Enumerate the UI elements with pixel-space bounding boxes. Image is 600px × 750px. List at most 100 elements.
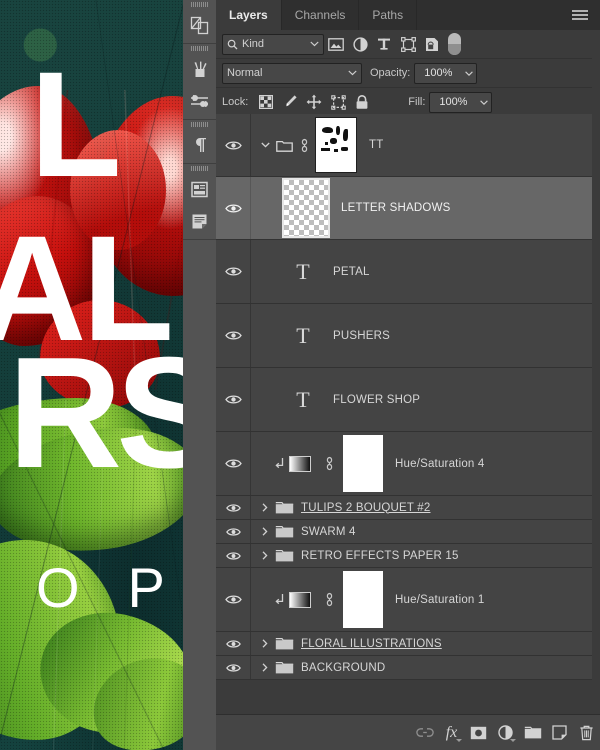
eye-icon [225,503,241,512]
lock-position-icon[interactable] [302,89,326,115]
layer-list[interactable]: TT LETTER SHADOWS T PETAL T PUSHERS T FL… [216,114,600,715]
group-expand-chevron[interactable] [257,142,273,148]
lock-image-pixels-icon[interactable] [278,89,302,115]
new-layer-button[interactable] [546,715,573,750]
filter-enable-toggle[interactable] [448,33,461,55]
rail-grip-paragraph[interactable] [183,120,216,129]
delete-layer-button[interactable] [573,715,600,750]
type-layer-icon[interactable]: T [281,259,325,285]
blend-mode-select[interactable]: Normal [222,62,362,84]
character-panel-icon[interactable] [183,173,216,205]
mask-link-icon[interactable] [320,456,338,471]
properties-swap-icon[interactable] [183,9,216,41]
table-row[interactable]: BACKGROUND [216,656,600,680]
lock-transparent-pixels-icon[interactable] [254,89,278,115]
filter-smart-objects-icon[interactable] [420,31,444,57]
filter-adjustment-layers-icon[interactable] [348,31,372,57]
document-canvas[interactable]: L AL RS OP [0,0,183,750]
layer-name[interactable]: RETRO EFFECTS PAPER 15 [301,550,459,562]
layer-visibility-toggle[interactable] [216,114,251,176]
tab-layers[interactable]: Layers [216,0,282,30]
layer-name[interactable]: FLORAL ILLUSTRATIONS [301,638,442,650]
mask-link-icon[interactable] [320,592,338,607]
table-row[interactable]: T PUSHERS [216,304,600,368]
table-row[interactable]: SWARM 4 [216,520,600,544]
clipping-mask-icon [269,593,289,606]
table-row[interactable]: TULIPS 2 BOUQUET #2 [216,496,600,520]
tab-channels[interactable]: Channels [282,0,360,30]
new-group-button[interactable] [519,715,546,750]
rail-grip-character[interactable] [183,164,216,173]
layer-name[interactable]: TULIPS 2 BOUQUET #2 [301,502,431,514]
table-row[interactable]: TT [216,114,600,177]
group-expand-chevron[interactable] [257,639,273,648]
opacity-value[interactable]: 100% [414,62,462,84]
table-row[interactable]: Hue/Saturation 1 [216,568,600,632]
new-adjustment-layer-button[interactable] [492,715,519,750]
search-icon [227,39,238,49]
link-layers-button[interactable] [411,715,438,750]
layer-visibility-toggle[interactable] [216,520,251,543]
paragraph-icon[interactable] [183,129,216,161]
layer-style-button[interactable]: fx [438,715,465,750]
notes-icon[interactable] [183,205,216,237]
layer-visibility-toggle[interactable] [216,544,251,567]
fill-stepper[interactable] [476,91,493,113]
adjustments-icon[interactable] [183,85,216,117]
hue-saturation-adjustment-icon[interactable] [289,455,311,472]
lock-artboard-nesting-icon[interactable] [326,89,350,115]
layer-mask-thumbnail[interactable] [343,571,383,628]
layer-list-scrollbar[interactable] [592,30,600,715]
layer-visibility-toggle[interactable] [216,240,251,303]
table-row[interactable]: T FLOWER SHOP [216,368,600,432]
layer-name[interactable]: BACKGROUND [301,662,385,674]
table-row[interactable]: Hue/Saturation 4 [216,432,600,496]
layer-name[interactable]: TT [369,139,383,151]
layer-name[interactable]: SWARM 4 [301,526,356,538]
layer-visibility-toggle[interactable] [216,304,251,367]
table-row[interactable]: LETTER SHADOWS [216,177,600,240]
lock-all-icon[interactable] [350,89,374,115]
fill-value[interactable]: 100% [429,91,477,113]
hue-saturation-adjustment-icon[interactable] [289,591,311,608]
group-expand-chevron[interactable] [257,551,273,560]
layer-visibility-toggle[interactable] [216,656,251,679]
tab-paths[interactable]: Paths [359,0,418,30]
group-expand-chevron[interactable] [257,663,273,672]
table-row[interactable]: FLORAL ILLUSTRATIONS [216,632,600,656]
opacity-control[interactable]: 100% [414,62,478,84]
group-expand-chevron[interactable] [257,503,273,512]
add-layer-mask-button[interactable] [465,715,492,750]
layer-name[interactable]: PETAL [333,266,370,278]
type-layer-icon[interactable]: T [281,323,325,349]
brushes-icon[interactable] [183,53,216,85]
mask-link-icon[interactable] [295,138,313,153]
layer-name[interactable]: LETTER SHADOWS [341,202,451,214]
hamburger-menu-icon[interactable] [568,0,592,30]
rail-grip[interactable] [183,0,216,9]
filter-pixel-layers-icon[interactable] [324,31,348,57]
layer-name[interactable]: Hue/Saturation 4 [395,458,485,470]
filter-shape-layers-icon[interactable] [396,31,420,57]
layer-name[interactable]: FLOWER SHOP [333,394,420,406]
layer-visibility-toggle[interactable] [216,632,251,655]
table-row[interactable]: RETRO EFFECTS PAPER 15 [216,544,600,568]
layer-visibility-toggle[interactable] [216,177,251,239]
layer-mask-thumbnail[interactable] [315,117,357,173]
layer-name[interactable]: Hue/Saturation 1 [395,594,485,606]
filter-type-layers-icon[interactable] [372,31,396,57]
layer-name[interactable]: PUSHERS [333,330,390,342]
layer-visibility-toggle[interactable] [216,568,251,631]
table-row[interactable]: T PETAL [216,240,600,304]
layer-visibility-toggle[interactable] [216,432,251,495]
fill-control[interactable]: 100% [429,91,493,113]
rail-grip-brushes[interactable] [183,44,216,53]
opacity-stepper[interactable] [461,62,478,84]
filter-kind-select[interactable]: Kind [222,33,324,55]
type-layer-icon[interactable]: T [281,387,325,413]
layer-visibility-toggle[interactable] [216,496,251,519]
layer-thumbnail[interactable] [282,178,330,238]
layer-mask-thumbnail[interactable] [343,435,383,492]
layer-visibility-toggle[interactable] [216,368,251,431]
group-expand-chevron[interactable] [257,527,273,536]
